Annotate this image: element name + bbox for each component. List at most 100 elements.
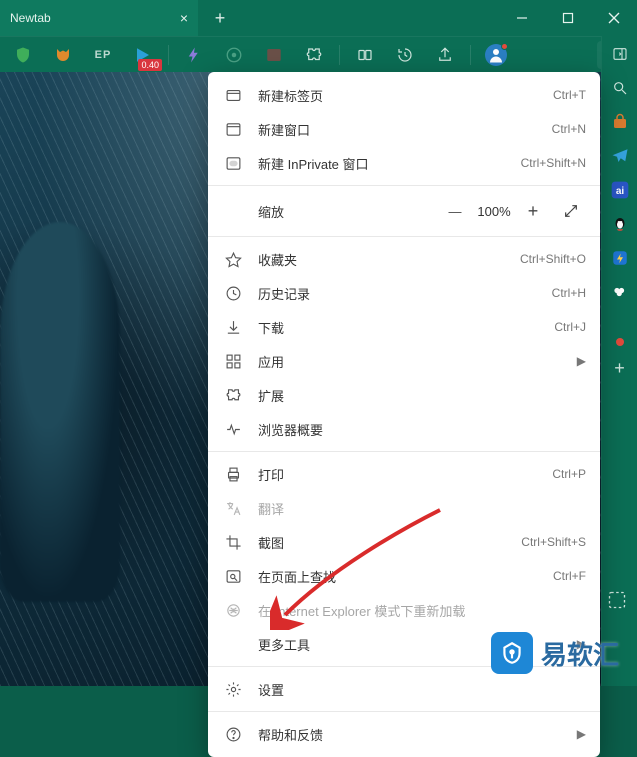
menu-shortcut: Ctrl+P <box>552 467 586 481</box>
play-badge: 0.40 <box>138 59 162 71</box>
thunder-icon[interactable] <box>608 246 632 270</box>
qq-icon[interactable] <box>608 212 632 236</box>
menu-settings[interactable]: 设置 <box>208 672 600 706</box>
menu-new-inprivate[interactable]: 新建 InPrivate 窗口 Ctrl+Shift+N <box>208 146 600 180</box>
browser-tab[interactable]: Newtab × <box>0 0 198 36</box>
menu-shortcut: Ctrl+J <box>554 320 586 334</box>
menu-find[interactable]: 在页面上查找 Ctrl+F <box>208 559 600 593</box>
menu-separator <box>208 451 600 452</box>
svg-text:ai: ai <box>615 186 624 197</box>
puzzle-icon[interactable] <box>297 41 331 69</box>
background-art <box>0 222 120 602</box>
find-icon <box>222 566 244 586</box>
zoom-label: 缩放 <box>258 202 440 221</box>
inprivate-icon <box>222 153 244 173</box>
clock-icon <box>222 283 244 303</box>
zoom-out-button[interactable]: — <box>440 197 470 225</box>
sidebar-toggle-button[interactable] <box>601 36 637 72</box>
shopping-icon[interactable] <box>608 110 632 134</box>
share-icon[interactable] <box>428 41 462 69</box>
play-icon[interactable]: 0.40 <box>126 41 160 69</box>
menu-label: 翻译 <box>258 499 586 518</box>
window-icon <box>222 119 244 139</box>
puzzle-icon <box>222 385 244 405</box>
menu-downloads[interactable]: 下载 Ctrl+J <box>208 310 600 344</box>
toolbar: EP 0.40 <box>0 36 637 72</box>
menu-label: 收藏夹 <box>258 250 520 269</box>
apps-icon <box>222 351 244 371</box>
menu-translate: 翻译 <box>208 491 600 525</box>
menu-separator <box>208 185 600 186</box>
tab-title: Newtab <box>10 11 51 25</box>
menu-label: 在页面上查找 <box>258 567 553 586</box>
menu-performance[interactable]: 浏览器概要 <box>208 412 600 446</box>
menu-favorites[interactable]: 收藏夹 Ctrl+Shift+O <box>208 242 600 276</box>
menu-shortcut: Ctrl+Shift+N <box>521 156 586 170</box>
menu-shortcut: Ctrl+H <box>552 286 586 300</box>
watermark: 易软汇 <box>491 632 619 674</box>
close-window-button[interactable] <box>591 0 637 36</box>
screenshot-region-icon[interactable] <box>607 590 629 612</box>
toolbar-separator <box>470 45 471 65</box>
menu-history[interactable]: 历史记录 Ctrl+H <box>208 276 600 310</box>
menu-label: 应用 <box>258 352 571 371</box>
menu-label: 打印 <box>258 465 552 484</box>
profile-avatar[interactable] <box>479 41 513 69</box>
crop-icon <box>222 532 244 552</box>
menu-label: 下载 <box>258 318 554 337</box>
menu-print[interactable]: 打印 Ctrl+P <box>208 457 600 491</box>
notification-dot <box>501 43 508 50</box>
menu-extensions[interactable]: 扩展 <box>208 378 600 412</box>
menu-label: 截图 <box>258 533 521 552</box>
tab-icon <box>222 85 244 105</box>
notification-dot-icon[interactable] <box>616 338 624 346</box>
menu-label: 浏览器概要 <box>258 420 586 439</box>
menu-label: 扩展 <box>258 386 586 405</box>
fox-icon[interactable] <box>46 41 80 69</box>
menu-label: 历史记录 <box>258 284 552 303</box>
menu-apps[interactable]: 应用 ▶ <box>208 344 600 378</box>
help-icon <box>222 724 244 744</box>
zoom-value: 100% <box>470 204 518 219</box>
menu-label: 设置 <box>258 680 586 699</box>
search-icon[interactable] <box>608 76 632 100</box>
bolt-icon[interactable] <box>177 41 211 69</box>
menu-label: 新建 InPrivate 窗口 <box>258 154 521 173</box>
watermark-icon <box>491 632 533 674</box>
history-icon[interactable] <box>388 41 422 69</box>
menu-shortcut: Ctrl+F <box>553 569 586 583</box>
menu-new-tab[interactable]: 新建标签页 Ctrl+T <box>208 78 600 112</box>
toolbar-separator <box>339 45 340 65</box>
maximize-button[interactable] <box>545 0 591 36</box>
chevron-right-icon: ▶ <box>577 354 586 369</box>
ai-icon[interactable] <box>217 41 251 69</box>
fullscreen-button[interactable] <box>556 197 586 225</box>
new-tab-button[interactable]: + <box>210 8 230 28</box>
menu-label: 在 Internet Explorer 模式下重新加载 <box>258 601 586 620</box>
cloud-icon[interactable] <box>608 280 632 304</box>
menu-shortcut: Ctrl+Shift+O <box>520 252 586 266</box>
pic-icon[interactable] <box>257 41 291 69</box>
chevron-right-icon: ▶ <box>577 727 586 742</box>
menu-label: 帮助和反馈 <box>258 725 571 744</box>
ep-icon[interactable]: EP <box>86 41 120 69</box>
sidebar-add-button[interactable]: + <box>608 356 632 380</box>
shield-icon[interactable] <box>6 41 40 69</box>
zoom-in-button[interactable]: + <box>518 197 548 225</box>
menu-label: 新建标签页 <box>258 86 553 105</box>
tabs-icon[interactable] <box>348 41 382 69</box>
menu-zoom: 缩放 — 100% + <box>208 191 600 231</box>
menu-separator <box>208 711 600 712</box>
minimize-button[interactable] <box>499 0 545 36</box>
baidu-icon[interactable]: ai <box>608 178 632 202</box>
close-tab-icon[interactable]: × <box>180 10 188 26</box>
menu-help[interactable]: 帮助和反馈 ▶ <box>208 717 600 751</box>
printer-icon <box>222 464 244 484</box>
menu-new-window[interactable]: 新建窗口 Ctrl+N <box>208 112 600 146</box>
menu-shortcut: Ctrl+N <box>552 122 586 136</box>
title-bar: Newtab × + <box>0 0 637 36</box>
telegram-icon[interactable] <box>608 144 632 168</box>
menu-shortcut: Ctrl+T <box>553 88 586 102</box>
menu-label: 新建窗口 <box>258 120 552 139</box>
menu-screenshot[interactable]: 截图 Ctrl+Shift+S <box>208 525 600 559</box>
